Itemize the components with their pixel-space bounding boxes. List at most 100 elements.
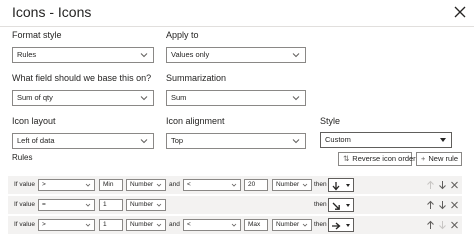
rules-label: Rules — [12, 153, 33, 162]
icon-layout-dropdown[interactable]: Left of data — [12, 133, 154, 149]
rule-2-icon-picker[interactable] — [328, 198, 354, 212]
move-down-icon[interactable] — [438, 220, 447, 230]
rule-3-unit-1[interactable]: Number — [126, 219, 166, 231]
delete-rule-icon[interactable] — [450, 200, 459, 210]
then-label: then — [314, 181, 327, 188]
rule-2-value-1-input[interactable]: 1 — [99, 199, 123, 211]
and-label: and — [169, 181, 180, 188]
rule-1-value-1-input[interactable]: Min — [99, 179, 123, 191]
arrow-down-icon — [332, 182, 340, 191]
rule-3-value-2-input[interactable]: Max — [244, 219, 268, 231]
caret-down-icon — [346, 184, 350, 187]
dialog-title: Icons - Icons — [12, 4, 92, 20]
chevron-down-icon — [156, 203, 162, 207]
icon-alignment-label: Icon alignment — [166, 116, 225, 126]
apply-to-value: Values only — [171, 50, 210, 59]
chevron-down-icon — [292, 53, 300, 58]
chevron-down-icon — [85, 183, 91, 187]
icon-layout-value: Left of data — [17, 136, 55, 145]
operator-value: > — [42, 221, 46, 228]
move-down-icon[interactable] — [438, 200, 447, 210]
rule-1-value-2-input[interactable]: 20 — [244, 179, 268, 191]
rule-1-operator-2[interactable]: < — [183, 179, 241, 191]
summarization-value: Sum — [171, 93, 187, 102]
chevron-down-icon — [140, 96, 148, 101]
icon-alignment-value: Top — [171, 136, 184, 145]
unit-value: Number — [130, 181, 154, 188]
unit-value: Number — [276, 221, 300, 228]
plus-icon: + — [421, 154, 426, 163]
format-style-dropdown[interactable]: Rules — [12, 47, 154, 63]
move-up-icon[interactable] — [426, 180, 435, 190]
icon-alignment-dropdown[interactable]: Top — [166, 133, 306, 149]
if-value-label: If value — [14, 181, 35, 188]
value-text: 1 — [103, 221, 107, 228]
arrow-right-icon — [332, 222, 341, 230]
rule-3-operator-2[interactable]: < — [183, 219, 241, 231]
move-up-icon[interactable] — [426, 220, 435, 230]
caret-down-icon — [346, 224, 350, 227]
summarization-dropdown[interactable]: Sum — [166, 90, 306, 106]
style-label: Style — [320, 116, 341, 126]
if-value-label: If value — [14, 201, 35, 208]
then-label: then — [314, 221, 327, 228]
delete-rule-icon[interactable] — [450, 220, 459, 230]
rule-row-2: If value = 1 Number then — [8, 196, 462, 214]
unit-value: Number — [130, 201, 154, 208]
value-type-text: Max — [248, 221, 261, 228]
delete-rule-icon[interactable] — [450, 180, 459, 190]
rule-1-unit-2[interactable]: Number — [272, 179, 312, 191]
rule-2-unit-1[interactable]: Number — [126, 199, 166, 211]
operator-value: < — [187, 221, 191, 228]
rule-3-icon-picker[interactable] — [328, 218, 354, 232]
chevron-down-icon — [85, 223, 91, 227]
reverse-icon-order-button[interactable]: ⇅ Reverse icon order — [338, 152, 416, 166]
summarization-label: Summarization — [166, 73, 227, 83]
style-value: Custom — [325, 135, 351, 144]
arrow-down-right-icon — [332, 202, 340, 210]
unit-value: Number — [130, 221, 154, 228]
format-style-label: Format style — [12, 30, 62, 40]
close-icon[interactable] — [453, 5, 467, 19]
operator-value: = — [42, 201, 46, 208]
apply-to-label: Apply to — [166, 30, 199, 40]
rule-3-unit-2[interactable]: Number — [272, 219, 312, 231]
chevron-down-icon — [302, 183, 308, 187]
chevron-down-icon — [231, 183, 237, 187]
field-label: What field should we base this on? — [12, 73, 152, 83]
reverse-icon-order-label: Reverse icon order — [352, 154, 416, 163]
caret-down-icon — [346, 204, 350, 207]
chevron-down-icon — [231, 223, 237, 227]
rule-3-operator-1[interactable]: > — [38, 219, 95, 231]
rule-3-value-1-input[interactable]: 1 — [99, 219, 123, 231]
chevron-down-icon — [156, 223, 162, 227]
unit-value: Number — [276, 181, 300, 188]
rule-1-operator-1[interactable]: > — [38, 179, 95, 191]
header-divider — [0, 26, 474, 27]
move-down-icon[interactable] — [438, 180, 447, 190]
field-dropdown[interactable]: Sum of qty — [12, 90, 154, 106]
rule-row-3: If value > 1 Number and < Max Number the… — [8, 216, 462, 234]
chevron-down-icon — [292, 139, 300, 144]
rule-row-1: If value > Min Number and < 20 Number th… — [8, 176, 462, 194]
dialog-header: Icons - Icons — [0, 0, 474, 26]
value-text: 20 — [248, 181, 256, 188]
and-label: and — [169, 221, 180, 228]
apply-to-dropdown[interactable]: Values only — [166, 47, 306, 63]
rule-2-operator-1[interactable]: = — [38, 199, 95, 211]
operator-value: < — [187, 181, 191, 188]
icon-layout-label: Icon layout — [12, 116, 56, 126]
rule-1-icon-picker[interactable] — [328, 178, 354, 192]
format-style-value: Rules — [17, 50, 37, 59]
value-text: 1 — [103, 201, 107, 208]
style-dropdown[interactable]: Custom — [320, 132, 452, 148]
chevron-down-icon — [140, 53, 148, 58]
chevron-down-icon — [140, 139, 148, 144]
rule-1-unit-1[interactable]: Number — [126, 179, 166, 191]
chevron-down-icon — [156, 183, 162, 187]
caret-down-icon — [440, 138, 446, 142]
if-value-label: If value — [14, 221, 35, 228]
move-up-icon[interactable] — [426, 200, 435, 210]
new-rule-button[interactable]: + New rule — [416, 152, 462, 166]
value-type-text: Min — [103, 181, 114, 188]
